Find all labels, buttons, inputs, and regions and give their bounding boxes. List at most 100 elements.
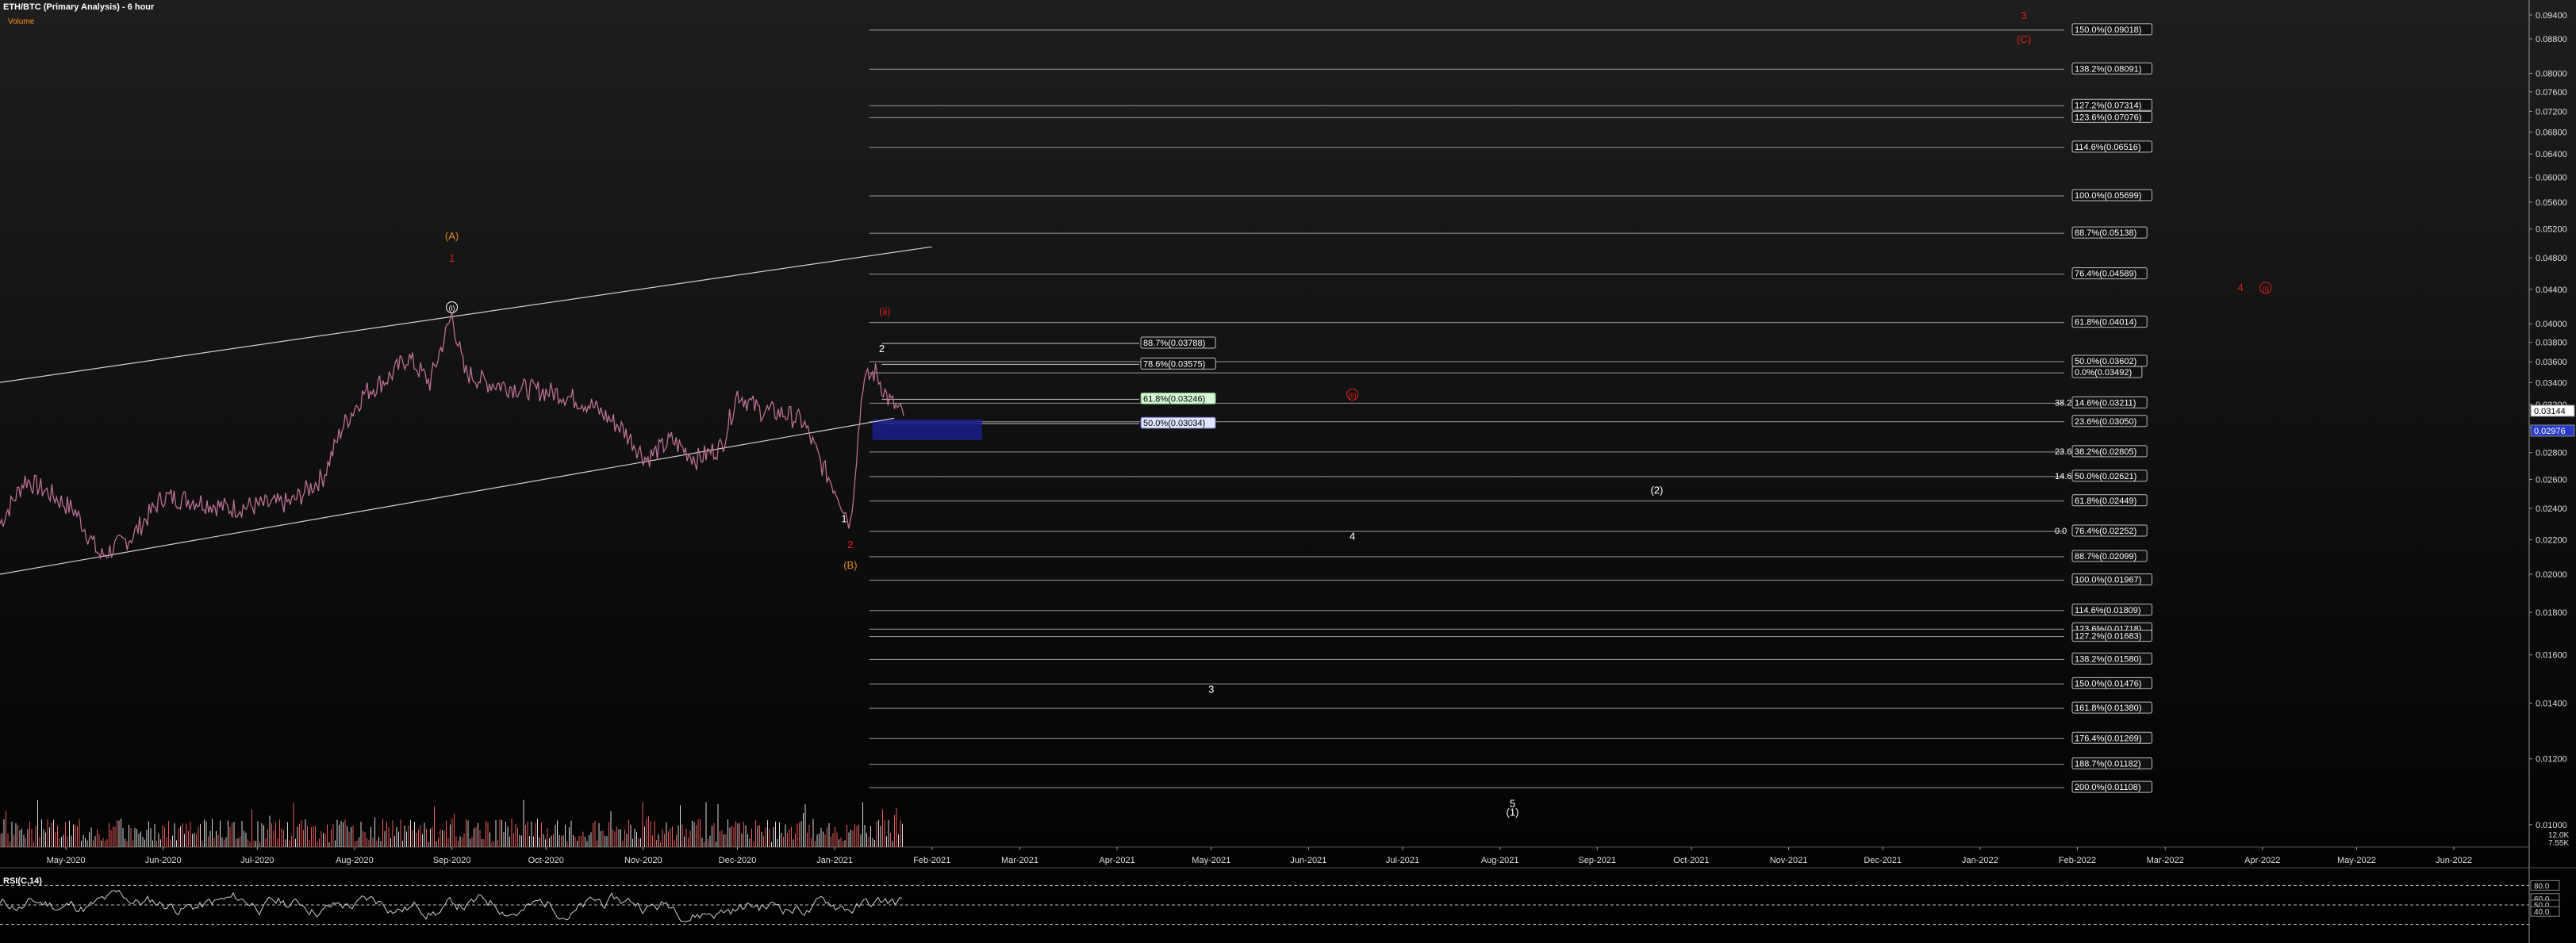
y-tick-label: 0.02600 — [2536, 475, 2567, 485]
small-fib-label: 88.7%(0.03788) — [1143, 339, 1205, 348]
wave-label: 3 — [2021, 10, 2027, 21]
wave-label: (2) — [1650, 484, 1663, 496]
wave-label: 2 — [847, 539, 853, 550]
y-tick-label: 0.08000 — [2536, 69, 2567, 79]
fib-level-label: 138.2%(0.01580) — [2075, 654, 2141, 664]
volume-label: Volume — [8, 17, 35, 26]
y-tick-label: 0.02800 — [2536, 449, 2567, 458]
fib-level-label: 14.6%(0.03211) — [2075, 398, 2136, 408]
y-tick-label: 0.03400 — [2536, 378, 2567, 388]
y-tick-label: 0.02000 — [2536, 570, 2567, 580]
fib-level-label: 123.6%(0.07076) — [2075, 113, 2141, 122]
x-tick-label: Apr-2021 — [1099, 856, 1134, 865]
x-tick-label: Mar-2022 — [2147, 856, 2184, 865]
wave-label: 4 — [1349, 531, 1355, 542]
fib-level-label: 138.2%(0.08091) — [2075, 64, 2141, 74]
fib-level-label: 114.6%(0.06516) — [2075, 143, 2141, 152]
y-tick-label: 0.03800 — [2536, 339, 2567, 348]
x-tick-label: Aug-2021 — [1481, 856, 1519, 865]
y-tick-label: 0.04400 — [2536, 286, 2567, 295]
rsi-level-label: 80.0 — [2534, 882, 2550, 891]
wave-label: (ii) — [879, 305, 890, 317]
fib-level-label: 23.6%(0.03050) — [2075, 417, 2136, 427]
x-tick-label: Dec-2021 — [1864, 856, 1902, 865]
y-tick-label: 0.02400 — [2536, 504, 2567, 514]
volume-axis-label: 7.55K — [2548, 839, 2569, 848]
x-tick-label: Feb-2022 — [2059, 856, 2096, 865]
x-tick-label: Sep-2020 — [433, 856, 471, 865]
fib-level-label: 76.4%(0.04589) — [2075, 270, 2136, 279]
y-tick-label: 0.05600 — [2536, 198, 2567, 208]
fib-level-label: 0.0%(0.03492) — [2075, 368, 2132, 378]
wave-label: (i) — [2263, 285, 2269, 293]
x-tick-label: May-2022 — [2337, 856, 2376, 865]
y-tick-label: 0.07200 — [2536, 107, 2567, 117]
x-tick-label: Nov-2020 — [624, 856, 662, 865]
x-tick-label: Oct-2021 — [1673, 856, 1709, 865]
fib-level-label: 150.0%(0.01476) — [2075, 679, 2141, 688]
fib-level-label: 61.8%(0.04014) — [2075, 318, 2136, 328]
wave-label: 4 — [2237, 282, 2243, 293]
fib-level-label: 161.8%(0.01380) — [2075, 703, 2141, 713]
y-tick-label: 0.07600 — [2536, 88, 2567, 98]
current-price-label: 0.03144 — [2534, 407, 2566, 416]
fib-partial-label: 23.6 — [2055, 447, 2071, 457]
x-tick-label: Jun-2022 — [2436, 856, 2472, 865]
x-tick-label: Jun-2021 — [1290, 856, 1326, 865]
wave-label: 1 — [449, 252, 455, 264]
x-tick-label: Jan-2022 — [1962, 856, 1998, 865]
fib-level-label: 200.0%(0.01108) — [2075, 783, 2141, 792]
y-tick-label: 0.08800 — [2536, 35, 2567, 44]
fib-level-label: 88.7%(0.02099) — [2075, 552, 2136, 562]
x-tick-label: Jan-2021 — [816, 856, 853, 865]
x-tick-label: Jul-2021 — [1386, 856, 1419, 865]
chart-title: ETH/BTC (Primary Analysis) - 6 hour — [3, 2, 155, 12]
fib-level-label: 127.2%(0.07314) — [2075, 101, 2141, 110]
fib-level-label: 50.0%(0.03602) — [2075, 357, 2136, 366]
x-tick-label: Aug-2020 — [336, 856, 374, 865]
fib-level-label: 88.7%(0.05138) — [2075, 228, 2136, 238]
fib-level-label: 100.0%(0.05699) — [2075, 191, 2141, 201]
y-tick-label: 0.01400 — [2536, 700, 2567, 709]
y-tick-label: 0.01200 — [2536, 755, 2567, 765]
x-tick-label: Jul-2020 — [240, 856, 274, 865]
fib-partial-label: 14.6 — [2055, 472, 2071, 481]
rsi-label: RSI(C,14) — [3, 876, 42, 886]
y-tick-label: 0.02200 — [2536, 536, 2567, 546]
wave-label: (ii) — [1349, 391, 1357, 399]
wave-label: (C) — [2017, 33, 2031, 45]
y-tick-label: 0.06000 — [2536, 174, 2567, 183]
fib-level-label: 114.6%(0.01809) — [2075, 606, 2141, 615]
fib-level-label: 176.4%(0.01269) — [2075, 734, 2141, 743]
fib-level-label: 76.4%(0.02252) — [2075, 527, 2136, 536]
y-tick-label: 0.01800 — [2536, 608, 2567, 618]
small-fib-label: 50.0%(0.03034) — [1143, 419, 1205, 428]
small-fib-label: 78.6%(0.03575) — [1143, 359, 1205, 369]
wave-label: (A) — [445, 230, 459, 242]
y-tick-label: 0.09400 — [2536, 11, 2567, 21]
x-tick-label: May-2020 — [47, 856, 86, 865]
wave-label: 1 — [841, 512, 847, 524]
fib-level-label: 127.2%(0.01683) — [2075, 632, 2141, 642]
chart-root: 0.09400 0.08800 0.08000 0.07600 0.07200 0.068… — [0, 0, 2576, 943]
small-fib-label: 61.8%(0.03246) — [1143, 394, 1205, 404]
x-tick-label: May-2021 — [1192, 856, 1230, 865]
fib-level-label: 61.8%(0.02449) — [2075, 496, 2136, 506]
y-tick-label: 0.05200 — [2536, 225, 2567, 235]
y-tick-label: 0.03600 — [2536, 358, 2567, 367]
x-tick-label: Jun-2020 — [145, 856, 182, 865]
fib-partial-label: 38.2 — [2055, 398, 2071, 408]
second-price-label: 0.02976 — [2534, 427, 2566, 436]
rsi-level-label: 40.0 — [2534, 908, 2550, 917]
x-tick-label: Oct-2020 — [528, 856, 564, 865]
y-tick-label: 0.01000 — [2536, 821, 2567, 830]
x-tick-label: Dec-2020 — [719, 856, 757, 865]
y-tick-label: 0.06400 — [2536, 150, 2567, 159]
x-tick-label: Nov-2021 — [1770, 856, 1808, 865]
fib-partial-label: 0.0 — [2055, 527, 2067, 536]
y-tick-label: 0.04800 — [2536, 254, 2567, 263]
price-chart: 0.09400 0.08800 0.08000 0.07600 0.07200 0.068… — [0, 0, 2576, 943]
wave-label: 2 — [879, 343, 885, 355]
x-tick-label: Sep-2021 — [1578, 856, 1616, 865]
y-tick-label: 0.04000 — [2536, 320, 2567, 329]
